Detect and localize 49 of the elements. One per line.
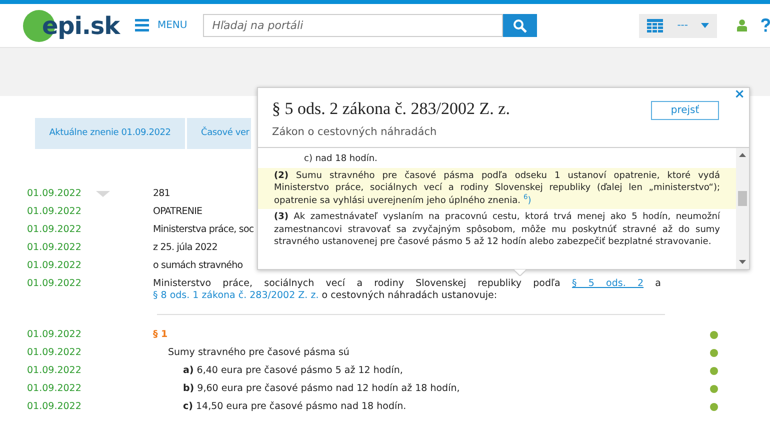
search-icon (513, 18, 528, 32)
date: 01.09.2022 (27, 224, 82, 236)
paragraph: (3) Ak zamestnávateľ vyslaním na pracovnú cestu, ktorá trvá menej ako 5 hodín, neumožní zamestnancovi stravovať sa zvyčajným spôsobom, môže mu poskytnúť stravné až do sumy stravného ustanovenej pre časové pásmo 5 až 12 hodín alebo zabezpečiť bezplatné stravovanie. (274, 211, 720, 248)
footnote-link[interactable]: $^{6}$) (523, 196, 532, 206)
date: 01.09.2022 (27, 188, 82, 200)
date: 01.09.2022 (27, 347, 82, 359)
list-item: c) nad 18 hodín. (304, 153, 378, 166)
table-icon (647, 18, 664, 32)
scrollbar[interactable] (736, 148, 749, 269)
date: 01.09.2022 (27, 242, 82, 254)
go-button[interactable]: prejsť (651, 101, 719, 120)
close-button[interactable]: × (734, 88, 745, 101)
paragraph: Ministerstvo práce, sociálnych vecí a rodiny Slovenskej republiky podľa § 5 ods. 2 a § 8 ods. 1 zákona č. 283/2002 Z. z. o cestovných náhradách ustanovuje: (153, 278, 661, 302)
tab[interactable]: Časové ver (187, 118, 252, 149)
text-line: OPATRENIE (153, 206, 202, 218)
paragraph: Sumy stravného pre časové pásma sú (168, 347, 350, 359)
user-icon[interactable] (736, 19, 747, 32)
text-line: 281 (153, 188, 170, 200)
scrollbar-thumb[interactable] (738, 191, 747, 206)
list-item: c) 14,50 eura pre časové pásmo nad 18 hodín. (183, 401, 406, 413)
paragraph: (2) Sumu stravného pre časové pásma podľa odseku 1 ustanoví opatrenie, ktoré vydá Ministerstvo práce, sociálnych vecí a rodiny Slovenskej republiky (ďalej len „ministerstvo“); opatrenie sa vyhlási uverejnením jeho úplného znenia. $^{6}$) (274, 170, 720, 207)
caret-icon (700, 23, 709, 28)
list-item: b) 9,60 eura pre časové pásmo nad 12 hodín až 18 hodín, (183, 383, 460, 395)
text-line: z 25. júla 2022 (153, 242, 218, 254)
menu-button[interactable]: MENU (135, 18, 188, 33)
search-button[interactable] (503, 14, 538, 37)
link[interactable]: § 5 ods. 2 (572, 278, 644, 289)
text-line: o sumách stravného (153, 260, 243, 272)
date: 01.09.2022 (27, 401, 82, 413)
tab[interactable]: Aktuálne znenie 01.09.2022 (35, 118, 185, 149)
popup-subtitle: Zákon o cestovných náhradách (272, 125, 438, 140)
date: 01.09.2022 (27, 383, 82, 395)
date: 01.09.2022 (27, 206, 82, 218)
text-line: Ministerstva práce, soc (153, 224, 254, 236)
date: 01.09.2022 (27, 278, 82, 290)
scroll-up-icon (739, 153, 746, 157)
collapse-icon[interactable] (96, 191, 110, 197)
section-heading: § 1 (153, 329, 168, 341)
help-icon[interactable] (760, 18, 770, 33)
search-field[interactable]: Hľadaj na portáli (203, 14, 504, 37)
view-select[interactable]: --- (639, 14, 717, 38)
date: 01.09.2022 (27, 260, 82, 272)
menu-icon (135, 19, 150, 32)
link[interactable]: § 8 ods. 1 zákona č. 283/2002 Z. z. (153, 290, 319, 301)
date: 01.09.2022 (27, 329, 82, 341)
date: 01.09.2022 (27, 365, 82, 377)
scroll-down-icon (739, 260, 746, 264)
popup-title: § 5 ods. 2 zákona č. 283/2002 Z. z. (272, 99, 511, 119)
list-item: a) 6,40 eura pre časové pásmo 5 až 12 hodín, (183, 365, 403, 377)
